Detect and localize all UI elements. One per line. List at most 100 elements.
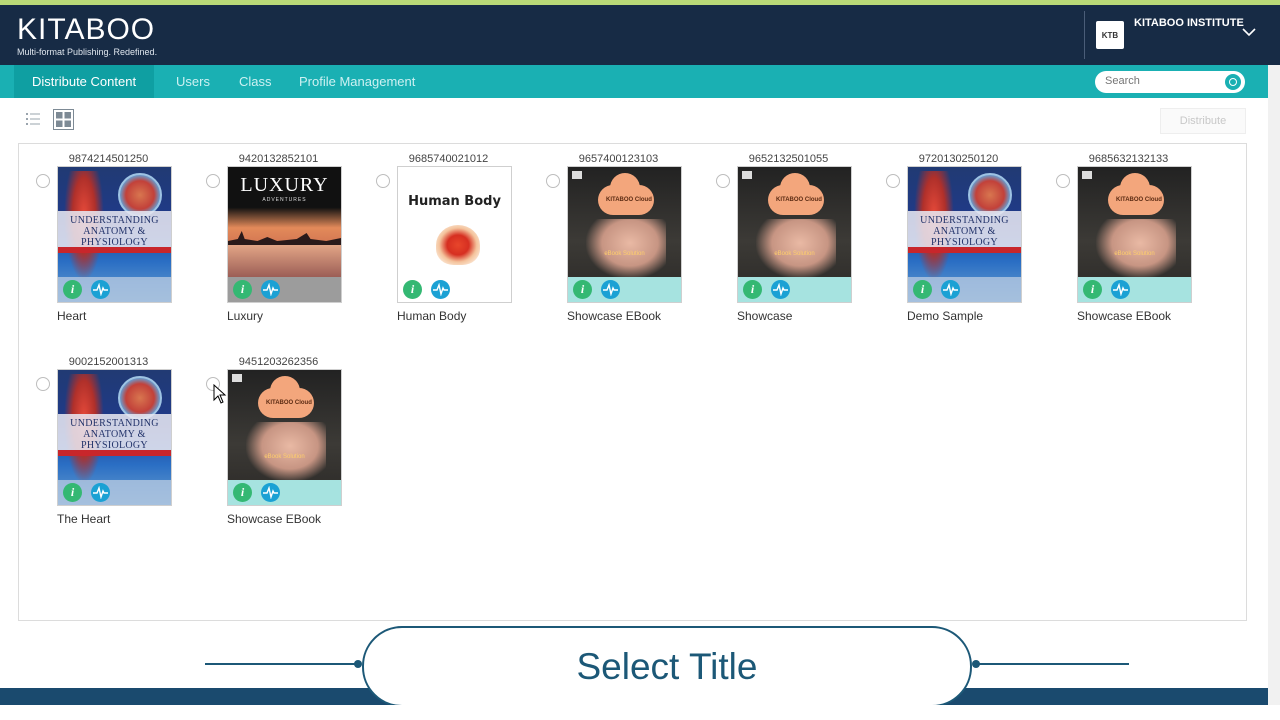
cover-subtext: ADVENTURES (262, 197, 307, 203)
book-card[interactable]: 9002152001313 UNDERSTANDING ANATOMY & PHY… (36, 356, 196, 536)
book-isbn: 9657400123103 (578, 153, 659, 165)
book-isbn: 9720130250120 (918, 153, 999, 165)
info-icon[interactable]: i (403, 280, 422, 299)
book-title[interactable]: The Heart (57, 512, 110, 526)
tab-class[interactable]: Class (239, 65, 272, 98)
activity-icon[interactable] (941, 280, 960, 299)
info-icon[interactable]: i (63, 280, 82, 299)
info-icon[interactable]: i (913, 280, 932, 299)
book-cover[interactable]: KITABOO Cloud eBook Solution i (227, 369, 342, 506)
search-box (1095, 71, 1245, 93)
book-title[interactable]: Showcase (737, 309, 792, 323)
book-cover[interactable]: KITABOO Cloud eBook Solution i (567, 166, 682, 303)
book-isbn: 9420132852101 (238, 153, 319, 165)
book-select-radio[interactable] (886, 174, 900, 188)
book-select-radio[interactable] (1056, 174, 1070, 188)
tab-users[interactable]: Users (176, 65, 210, 98)
tab-distribute-content[interactable]: Distribute Content (14, 65, 155, 98)
book-select-radio[interactable] (206, 174, 220, 188)
book-cover[interactable]: KITABOO Cloud eBook Solution i (1077, 166, 1192, 303)
cover-text: UNDERSTANDING ANATOMY & PHYSIOLOGY (70, 215, 159, 248)
app-header: KITABOO Multi-format Publishing. Redefin… (0, 5, 1280, 65)
activity-icon[interactable] (601, 280, 620, 299)
book-title[interactable]: Human Body (397, 309, 466, 323)
book-select-radio[interactable] (376, 174, 390, 188)
book-select-radio[interactable] (36, 377, 50, 391)
book-card[interactable]: 9720130250120 UNDERSTANDING ANATOMY & PHY… (886, 153, 1046, 333)
book-isbn: 9652132501055 (748, 153, 829, 165)
activity-icon[interactable] (91, 280, 110, 299)
book-title[interactable]: Luxury (227, 309, 263, 323)
book-title[interactable]: Showcase EBook (1077, 309, 1171, 323)
book-select-radio[interactable] (36, 174, 50, 188)
book-card[interactable]: 9657400123103 KITABOO Cloud eBook Solution… (546, 153, 706, 333)
book-title[interactable]: Showcase EBook (227, 512, 321, 526)
book-card[interactable]: 9874214501250 UNDERSTANDING ANATOMY & PHY… (36, 153, 196, 333)
book-card[interactable]: 9685740021012 Human Body i Human Body (376, 153, 536, 333)
grid-view-icon[interactable] (53, 109, 74, 130)
cover-text: KITABOO Cloud (266, 400, 312, 406)
book-select-radio[interactable] (546, 174, 560, 188)
book-cover[interactable]: Human Body i (397, 166, 512, 303)
cover-text: Human Body (408, 194, 501, 209)
institute-name[interactable]: KITABOO INSTITUTE (1134, 17, 1244, 29)
cover-text: UNDERSTANDING ANATOMY & PHYSIOLOGY (920, 215, 1009, 248)
book-cover[interactable]: UNDERSTANDING ANATOMY & PHYSIOLOGY i (907, 166, 1022, 303)
book-cover[interactable]: UNDERSTANDING ANATOMY & PHYSIOLOGY i (57, 166, 172, 303)
info-icon[interactable]: i (63, 483, 82, 502)
book-title[interactable]: Showcase EBook (567, 309, 661, 323)
kitaboo-logo[interactable]: KITABOO Multi-format Publishing. Redefin… (17, 13, 158, 58)
banner-dot-right (972, 660, 980, 668)
book-cover[interactable]: UNDERSTANDING ANATOMY & PHYSIOLOGY i (57, 369, 172, 506)
cover-text: KITABOO Cloud (1116, 197, 1162, 203)
search-input[interactable] (1105, 75, 1215, 87)
distribute-button[interactable]: Distribute (1160, 108, 1246, 134)
list-view-icon[interactable] (26, 112, 40, 126)
activity-icon[interactable] (261, 280, 280, 299)
header-divider (1084, 11, 1085, 59)
cover-subtext: eBook Solution (1114, 251, 1155, 257)
banner-line-left (205, 663, 360, 665)
info-icon[interactable]: i (573, 280, 592, 299)
activity-icon[interactable] (91, 483, 110, 502)
cover-subtext: eBook Solution (264, 454, 305, 460)
banner-line-right (975, 663, 1129, 665)
cover-subtext: eBook Solution (604, 251, 645, 257)
book-card[interactable]: 9420132852101 LUXURY ADVENTURES i Luxury (206, 153, 366, 333)
info-icon[interactable]: i (233, 483, 252, 502)
book-title[interactable]: Demo Sample (907, 309, 983, 323)
logo-text: KITABOO (17, 13, 156, 46)
book-isbn: 9685740021012 (408, 153, 489, 165)
main-nav: Distribute Content Users Class Profile M… (0, 65, 1268, 98)
book-card[interactable]: 9652132501055 KITABOO Cloud eBook Solution… (716, 153, 876, 333)
cover-text: LUXURY (240, 174, 329, 196)
book-card[interactable]: 9451203262356 KITABOO Cloud eBook Solution… (206, 356, 366, 536)
bottom-strip (0, 705, 1280, 720)
book-select-radio[interactable] (716, 174, 730, 188)
activity-icon[interactable] (771, 280, 790, 299)
book-card[interactable]: 9685632132133 KITABOO Cloud eBook Solution… (1056, 153, 1216, 333)
book-isbn: 9874214501250 (68, 153, 149, 165)
info-icon[interactable]: i (1083, 280, 1102, 299)
activity-icon[interactable] (261, 483, 280, 502)
book-cover[interactable]: LUXURY ADVENTURES i (227, 166, 342, 303)
select-title-banner: Select Title (362, 626, 972, 707)
logo-tagline: Multi-format Publishing. Redefined. (17, 47, 158, 57)
book-isbn: 9685632132133 (1088, 153, 1169, 165)
activity-icon[interactable] (431, 280, 450, 299)
institute-avatar[interactable]: KTB (1096, 21, 1124, 49)
cover-subtext: eBook Solution (774, 251, 815, 257)
info-icon[interactable]: i (233, 280, 252, 299)
tab-profile-management[interactable]: Profile Management (299, 65, 415, 98)
search-icon[interactable] (1225, 74, 1241, 90)
scrollbar[interactable] (1268, 65, 1280, 720)
chevron-down-icon[interactable] (1242, 25, 1256, 39)
activity-icon[interactable] (1111, 280, 1130, 299)
book-isbn: 9002152001313 (68, 356, 149, 368)
book-cover[interactable]: KITABOO Cloud eBook Solution i (737, 166, 852, 303)
info-icon[interactable]: i (743, 280, 762, 299)
book-title[interactable]: Heart (57, 309, 86, 323)
cover-text: UNDERSTANDING ANATOMY & PHYSIOLOGY (70, 418, 159, 451)
cover-text: KITABOO Cloud (606, 197, 652, 203)
mouse-cursor-icon (213, 384, 227, 404)
